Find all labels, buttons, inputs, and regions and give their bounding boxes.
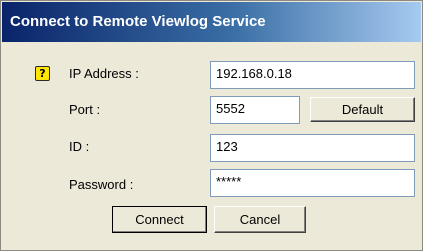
password-field[interactable]: ***** [210,169,415,197]
ip-address-field[interactable]: 192.168.0.18 [210,61,415,89]
port-label: Port : [69,102,101,117]
ip-address-label: IP Address : [69,66,139,81]
dialog-title: Connect to Remote Viewlog Service [2,2,421,42]
id-field[interactable]: 123 [210,134,415,162]
cancel-button[interactable]: Cancel [214,206,306,233]
connect-button[interactable]: Connect [112,206,207,233]
port-field[interactable]: 5552 [210,96,300,124]
connect-dialog: Connect to Remote Viewlog Service ? IP A… [0,0,423,251]
help-icon: ? [35,66,50,81]
default-button[interactable]: Default [310,97,415,122]
id-label: ID : [69,139,90,154]
password-label: Password : [69,177,134,192]
